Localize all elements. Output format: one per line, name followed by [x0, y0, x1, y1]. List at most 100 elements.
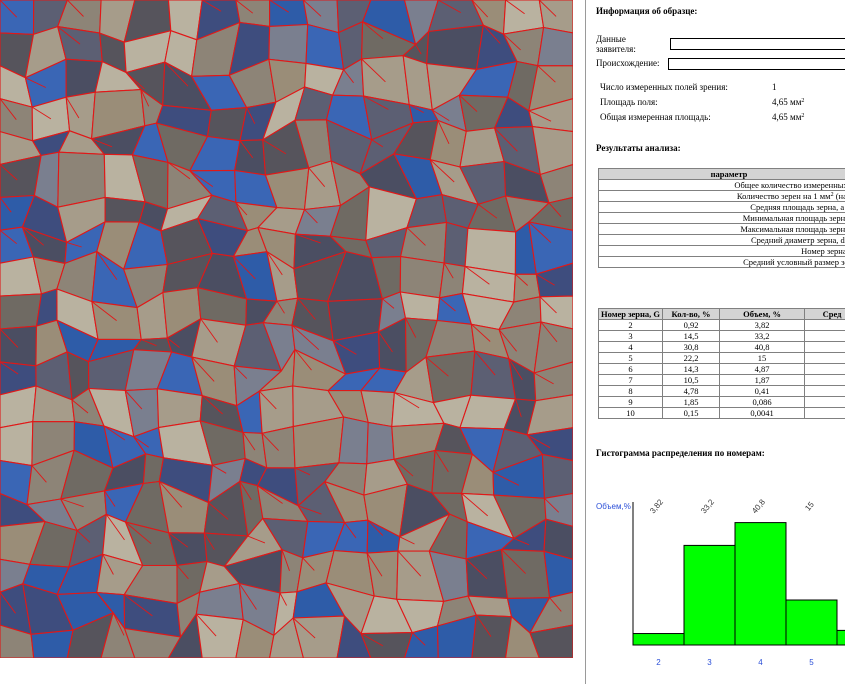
- table-cell: [804, 385, 845, 397]
- x-tick-label: 3: [707, 658, 712, 667]
- applicant-field[interactable]: [670, 38, 845, 50]
- table-row: 7 10,5 1,87: [597, 374, 845, 386]
- table-cell: 3,82: [719, 319, 806, 331]
- grain: [439, 262, 466, 299]
- histogram-bar: [734, 522, 787, 646]
- histogram-bar: [836, 629, 845, 646]
- grain: [360, 632, 413, 658]
- table-row: 5 22,2 15: [597, 352, 845, 364]
- param-row: Средний условный размер зерн: [598, 256, 845, 268]
- total-area-label: Общая измеренная площадь:: [600, 112, 711, 122]
- table-cell: [804, 319, 845, 331]
- grain: [292, 416, 345, 469]
- results-heading: Результаты анализа:: [596, 143, 681, 153]
- col-header-grain-number: Номер зерна, G: [597, 308, 664, 320]
- table-cell: [804, 407, 845, 419]
- grain: [258, 385, 294, 434]
- param-row: Номер зерна, G: [598, 245, 845, 257]
- applicant-label: Данные заявителя:: [596, 34, 636, 54]
- grain: [261, 426, 296, 469]
- param-row: Средний диаметр зерна, dm м: [598, 234, 845, 246]
- sample-info-heading: Информация об образце:: [596, 6, 698, 16]
- table-cell: 14,5: [662, 330, 721, 342]
- table-row: 9 1,85 0,086: [597, 396, 845, 408]
- param-row: Общее количество измеренных зе: [598, 179, 845, 191]
- bar-value-label: 33,2: [699, 497, 716, 515]
- grain: [268, 23, 309, 64]
- table-row: 3 14,5 33,2: [597, 330, 845, 342]
- table-cell: 2: [597, 319, 664, 331]
- grain: [0, 293, 42, 330]
- grain: [0, 325, 38, 367]
- bar-value-label: 15: [803, 500, 816, 513]
- total-area-value: 4,65 мм2: [772, 112, 805, 122]
- table-cell: 0,92: [662, 319, 721, 331]
- table-row: 10 0,15 0,0041: [597, 407, 845, 419]
- field-area-value: 4,65 мм2: [772, 97, 805, 107]
- histogram-chart: Объем,%3,82233,2340,841556: [596, 497, 845, 667]
- distribution-table: Номер зерна, G Кол-во, % Объем, % Сред 2…: [597, 308, 845, 419]
- grain: [104, 196, 146, 223]
- table-row: 8 4,78 0,41: [597, 385, 845, 397]
- param-row: Количество зерен на 1 мм2 (на 1с: [598, 190, 845, 202]
- micrograph-image: [0, 0, 573, 658]
- table-cell: 33,2: [719, 330, 806, 342]
- table-cell: [804, 363, 845, 375]
- table-cell: 4,87: [719, 363, 806, 375]
- image-bottom-margin: [0, 658, 573, 684]
- table-cell: [804, 352, 845, 364]
- x-tick-label: 4: [758, 658, 763, 667]
- fields-label: Число измеренных полей зрения:: [600, 82, 728, 92]
- grain-map: [0, 0, 573, 658]
- bar-value-label: 3,82: [648, 497, 665, 515]
- table-cell: 0,0041: [719, 407, 806, 419]
- table-cell: 14,3: [662, 363, 721, 375]
- grain: [426, 24, 484, 70]
- table-cell: 0,086: [719, 396, 806, 408]
- table-cell: 9: [597, 396, 664, 408]
- table-cell: [804, 341, 845, 353]
- table-cell: 10: [597, 407, 664, 419]
- grain: [338, 416, 369, 465]
- table-cell: 30,8: [662, 341, 721, 353]
- grain: [541, 453, 573, 499]
- grain: [366, 421, 395, 465]
- applicant-label-line1: Данные: [596, 34, 626, 44]
- grain: [537, 26, 573, 67]
- parameters-table: параметр Общее количество измеренных зе …: [598, 168, 845, 268]
- grain: [0, 421, 34, 467]
- x-tick-label: 5: [809, 658, 814, 667]
- param-row-text: Количество зерен на 1 мм: [736, 191, 831, 201]
- grain: [30, 629, 74, 658]
- table-cell: 15: [719, 352, 806, 364]
- histogram-bar: [683, 544, 736, 646]
- origin-field[interactable]: [668, 58, 845, 70]
- col-header-mean: Сред: [804, 308, 845, 320]
- histogram-bar: [632, 633, 685, 646]
- table-cell: 7: [597, 374, 664, 386]
- table-row: 6 14,3 4,87: [597, 363, 845, 375]
- field-area-number: 4,65 мм: [772, 97, 802, 107]
- table-row: 2 0,92 3,82: [597, 319, 845, 331]
- grain: [465, 548, 509, 599]
- field-area-label: Площадь поля:: [600, 97, 658, 107]
- grain: [471, 614, 513, 658]
- table-cell: [804, 374, 845, 386]
- col-header-count: Кол-во, %: [662, 308, 721, 320]
- histogram-bar: [785, 599, 838, 646]
- grain: [425, 350, 476, 404]
- param-header: параметр: [598, 168, 845, 180]
- origin-label: Происхождение:: [596, 58, 660, 68]
- param-row-text: Средний диаметр зерна, d: [750, 235, 845, 245]
- grain: [195, 613, 244, 658]
- table-cell: 1,85: [662, 396, 721, 408]
- y-axis-label: Объем,%: [596, 502, 631, 511]
- analysis-report-panel: Информация об образце: Данные заявителя:…: [586, 0, 845, 684]
- param-row: Минимальная площадь зерна, а: [598, 212, 845, 224]
- table-cell: 1,87: [719, 374, 806, 386]
- table-cell: 10,5: [662, 374, 721, 386]
- param-row: Средняя площадь зерна, а мм: [598, 201, 845, 213]
- bar-value-label: 40,8: [750, 497, 767, 515]
- param-row-suffix: (на 1с: [835, 191, 845, 201]
- table-cell: 0,15: [662, 407, 721, 419]
